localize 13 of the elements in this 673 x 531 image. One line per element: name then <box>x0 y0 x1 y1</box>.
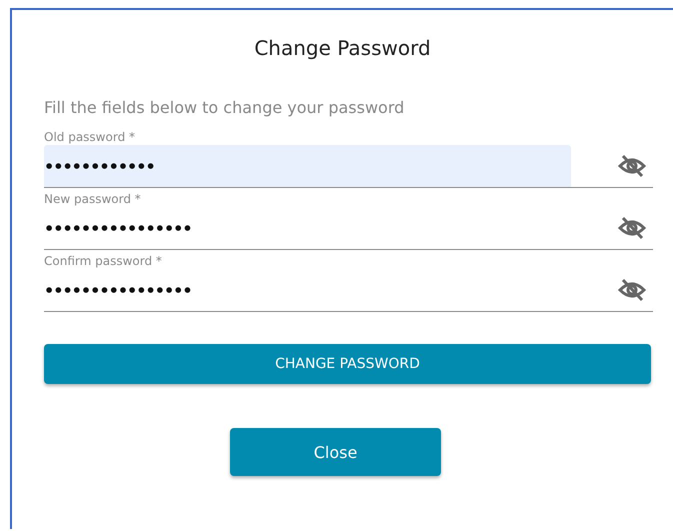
dialog-title: Change Password <box>253 36 432 60</box>
field-label: New password * <box>44 191 142 207</box>
instructions-text: Fill the fields below to change your password <box>44 98 406 117</box>
hidden-eye-icon[interactable] <box>617 216 647 240</box>
close-button[interactable]: Close <box>230 428 441 476</box>
password-field[interactable]: •••••••••••••••• <box>44 207 571 249</box>
field-label: Confirm password * <box>44 253 163 269</box>
password-field[interactable]: •••••••••••• <box>44 145 571 187</box>
password-field[interactable]: •••••••••••••••• <box>44 269 571 311</box>
hidden-eye-icon[interactable] <box>617 154 647 178</box>
hidden-eye-icon[interactable] <box>617 278 647 302</box>
change-password-button[interactable]: CHANGE PASSWORD <box>44 344 651 384</box>
field-label: Old password * <box>44 129 136 145</box>
